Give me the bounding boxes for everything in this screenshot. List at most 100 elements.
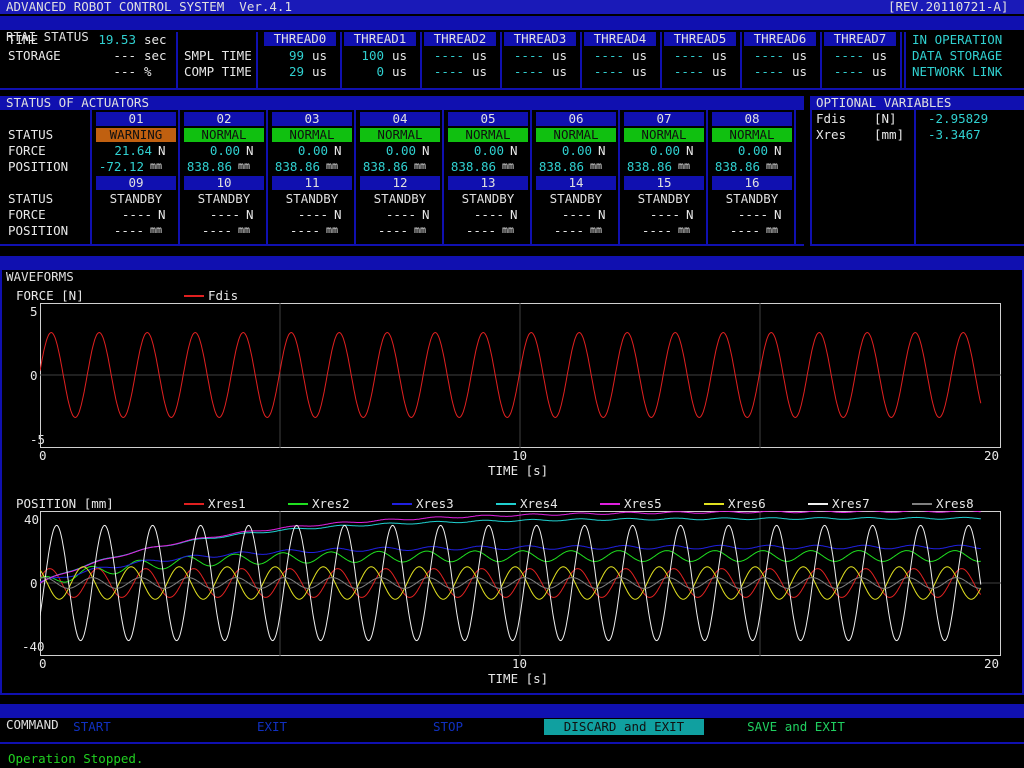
stop-button[interactable]: STOP [408,719,488,735]
time-value: 19.53 [98,32,136,47]
actuator-id-10: 10 [184,176,264,190]
thread-comp-value: ---- [433,64,464,79]
actuator-status: WARNING [96,128,176,142]
actuator-force-value: ---- [649,207,680,222]
force-chart [40,303,1001,448]
start-button[interactable]: START [48,719,136,735]
x-tick-label: 0 [39,448,47,463]
actuator-position-unit: mm [678,225,691,236]
actuator-force-unit: N [246,207,254,222]
storage-time-unit: sec [144,48,167,63]
actuator-force-value: 21.64 [114,143,152,158]
thread-smpl-unit: us [872,48,888,63]
command-bottom-border [0,742,1024,744]
thread-header-5: THREAD5 [664,32,736,46]
actuator-position-unit: mm [590,225,603,236]
actuator-position-unit: mm [414,225,427,236]
actuator-id-06: 06 [536,112,616,126]
actuator-force-value: ---- [473,207,504,222]
actuator-position-value: -72.12 [98,159,144,174]
in-operation-indicator: IN OPERATION [912,32,1003,47]
actuator-status: NORMAL [184,128,264,142]
actuator-status: STANDBY [197,191,251,206]
actuator-position-value: ---- [201,223,232,238]
legend-label-xres7: Xres7 [832,496,870,511]
position-row-label: POSITION [8,223,69,238]
actuator-id-03: 03 [272,112,352,126]
actuator-position-unit: mm [502,161,515,172]
divider [904,32,906,88]
divider [500,32,502,88]
divider [900,32,902,88]
actuator-force-value: ---- [385,207,416,222]
thread-smpl-value: 100 [361,48,384,63]
thread-header-3: THREAD3 [504,32,576,46]
thread-smpl-unit: us [632,48,648,63]
actuator-force-value: ---- [737,207,768,222]
thread-smpl-value: ---- [513,48,544,63]
actuator-id-12: 12 [360,176,440,190]
divider [706,110,708,246]
thread-header-6: THREAD6 [744,32,816,46]
xres-name: Xres [816,127,847,142]
status-row-label: STATUS [8,127,54,142]
rtai-status-header: RTAI STATUS [0,16,1024,44]
thread-header-4: THREAD4 [584,32,656,46]
actuator-position-unit: mm [238,225,251,236]
actuator-id-15: 15 [624,176,704,190]
optional-bottom-border [810,244,1024,246]
exit-button[interactable]: EXIT [232,719,312,735]
actuator-force-unit: N [774,143,782,158]
legend-label-xres4: Xres4 [520,496,558,511]
position-row-label: POSITION [8,159,69,174]
position-chart-title: POSITION [mm] [16,496,114,511]
legend-swatch-fdis [184,295,204,297]
xres-value: -3.3467 [928,127,981,142]
optional-section-title: OPTIONAL VARIABLES [816,95,952,110]
position-chart [40,511,1001,656]
actuator-force-value: 0.00 [561,143,592,158]
actuator-status: NORMAL [272,128,352,142]
thread-smpl-unit: us [472,48,488,63]
actuator-force-unit: N [246,143,254,158]
thread-comp-value: ---- [673,64,704,79]
actuator-status: STANDBY [637,191,691,206]
thread-comp-unit: us [872,64,888,79]
save-and-exit-button[interactable]: SAVE and EXIT [728,719,864,735]
actuator-position-unit: mm [326,161,339,172]
actuator-status: STANDBY [725,191,779,206]
actuator-position-value: 838.86 [274,159,320,174]
thread-comp-value: 29 [288,64,304,79]
actuator-force-value: ---- [561,207,592,222]
actuator-position-unit: mm [150,225,163,236]
discard-and-exit-button[interactable]: DISCARD and EXIT [544,719,704,735]
divider [176,32,178,88]
divider [0,270,2,694]
legend-swatch-xres1 [184,503,204,505]
status-row-label: STATUS [8,191,54,206]
thread-comp-value: 0 [376,64,384,79]
actuator-position-value: ---- [465,223,496,238]
actuator-position-value: ---- [729,223,760,238]
position-x-axis-label: TIME [s] [488,671,549,686]
actuator-status: STANDBY [285,191,339,206]
actuators-bottom-border [0,244,804,246]
legend-label-xres8: Xres8 [936,496,974,511]
actuator-force-unit: N [158,143,166,158]
actuator-id-01: 01 [96,112,176,126]
divider [90,110,92,246]
y-tick-label: 0 [30,368,38,383]
actuator-position-unit: mm [590,161,603,172]
actuator-force-unit: N [598,143,606,158]
actuator-status: NORMAL [360,128,440,142]
actuator-id-08: 08 [712,112,792,126]
waveforms-bottom-border [0,693,1024,695]
legend-swatch-xres5 [600,503,620,505]
divider [794,110,796,246]
thread-smpl-value: ---- [753,48,784,63]
actuator-position-unit: mm [326,225,339,236]
actuator-position-value: ---- [553,223,584,238]
actuator-force-value: 0.00 [473,143,504,158]
thread-header-7: THREAD7 [824,32,896,46]
data-storage-indicator: DATA STORAGE [912,48,1003,63]
